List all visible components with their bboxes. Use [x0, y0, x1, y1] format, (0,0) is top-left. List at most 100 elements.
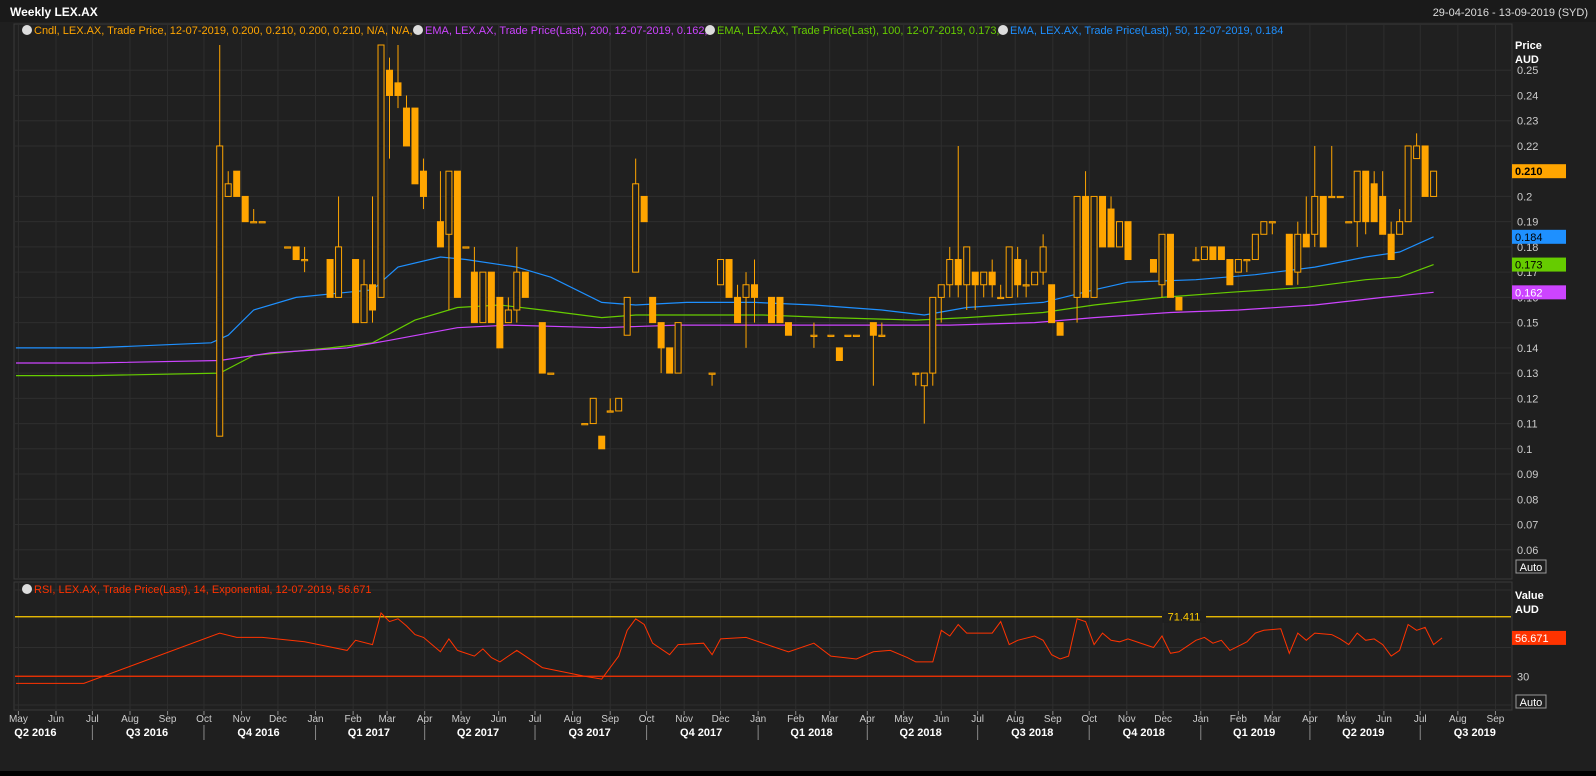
ema200-value-label: 0.162 — [1515, 287, 1543, 299]
candle-body — [912, 372, 920, 375]
candle-body — [971, 271, 979, 286]
candle-body — [326, 259, 334, 298]
legend-ema200-icon[interactable] — [413, 25, 423, 35]
price-axis-title: Price — [1515, 40, 1542, 52]
month-label: Jul — [86, 714, 99, 725]
month-label: Feb — [787, 714, 805, 725]
candle-body — [1345, 221, 1353, 224]
month-label: Jan — [750, 714, 766, 725]
price-tick-label: 0.09 — [1517, 469, 1538, 481]
legend-ema100-icon[interactable] — [705, 25, 715, 35]
candle-body — [453, 170, 461, 298]
quarter-label: Q1 2018 — [790, 727, 832, 739]
quarter-label: Q4 2016 — [237, 727, 279, 739]
candle-body — [615, 397, 623, 412]
candle-body — [1285, 233, 1293, 286]
month-label: Feb — [1230, 714, 1248, 725]
candle-body — [233, 170, 241, 197]
quarter-label: Q2 2019 — [1342, 727, 1384, 739]
quarter-label: Q4 2017 — [680, 727, 722, 739]
month-label: Sep — [1487, 714, 1505, 725]
month-label: Apr — [1302, 714, 1318, 725]
month-label: Apr — [417, 714, 433, 725]
candle-body — [1379, 195, 1387, 235]
month-label: Sep — [1044, 714, 1062, 725]
legend-ema200-text: EMA, LEX.AX, Trade Price(Last), 200, 12-… — [425, 25, 708, 37]
candle-body — [1311, 195, 1319, 235]
candle-body — [1302, 233, 1310, 248]
candle-body — [1294, 233, 1302, 273]
legend-candle-icon[interactable] — [22, 25, 32, 35]
candle-body — [479, 271, 487, 324]
month-label: Mar — [1264, 714, 1282, 725]
candle-body — [734, 296, 742, 324]
price-tick-label: 0.13 — [1517, 368, 1538, 380]
price-tick-label: 0.25 — [1517, 65, 1538, 77]
month-label: Aug — [1006, 714, 1024, 725]
candle-body — [496, 296, 504, 349]
candle-body — [1404, 145, 1412, 223]
legend-ema50-text: EMA, LEX.AX, Trade Price(Last), 50, 12-0… — [1010, 25, 1283, 37]
candle-body — [445, 170, 453, 235]
candle-body — [241, 195, 249, 223]
candle-body — [954, 259, 962, 286]
candle-body — [640, 195, 648, 223]
candle-body — [1056, 322, 1064, 336]
candle-body — [1200, 246, 1208, 261]
ema100-value-label: 0.173 — [1515, 260, 1543, 272]
candle-body — [1090, 195, 1098, 298]
candle-body — [708, 372, 716, 375]
candle-body — [1073, 195, 1081, 298]
candle-body — [598, 435, 606, 450]
candle-body — [835, 347, 843, 361]
candle-body — [301, 259, 309, 262]
month-label: Oct — [196, 714, 212, 725]
legend-rsi-icon[interactable] — [22, 584, 32, 594]
candle-body — [1421, 145, 1429, 197]
date-range: 29-04-2016 - 13-09-2019 (SYD) — [1433, 7, 1588, 19]
candle-body — [963, 246, 971, 286]
candle-body — [742, 284, 750, 298]
candle-body — [581, 423, 589, 426]
month-label: Jul — [1414, 714, 1427, 725]
candle-body — [1319, 195, 1327, 248]
quarter-label: Q3 2018 — [1011, 727, 1053, 739]
candle-body — [419, 170, 427, 197]
candle-body — [521, 271, 529, 298]
month-label: Mar — [821, 714, 839, 725]
candle-body — [284, 246, 292, 249]
month-label: Oct — [1081, 714, 1097, 725]
month-label: Jun — [1376, 714, 1392, 725]
candle-body — [224, 183, 232, 197]
month-label: Jan — [1193, 714, 1209, 725]
time-axis: May Jun Jul Aug Sep Oct Nov Dec Jan Feb Mar Apr May J… — [9, 711, 1512, 741]
candle-body — [1005, 246, 1013, 298]
candle-body — [538, 322, 546, 374]
price-tick-label: 0.19 — [1517, 217, 1538, 229]
legend-candle-text: Cndl, LEX.AX, Trade Price, 12-07-2019, 0… — [34, 25, 413, 37]
candle-body — [1328, 195, 1336, 199]
month-label: Jun — [491, 714, 507, 725]
price-tick-label: 0.15 — [1517, 318, 1538, 330]
ema50-value-label: 0.184 — [1515, 232, 1543, 244]
price-tick-label: 0.23 — [1517, 116, 1538, 128]
candle-body — [462, 246, 470, 249]
candle-body — [1396, 221, 1404, 235]
rsi-tick-label: 30 — [1517, 671, 1529, 683]
candle-body — [394, 82, 402, 96]
candle-body — [1243, 259, 1251, 262]
candle-body — [1209, 246, 1217, 261]
month-label: Nov — [233, 714, 251, 725]
candle-body — [997, 296, 1005, 300]
price-tick-label: 0.07 — [1517, 520, 1538, 532]
legend-ema50-icon[interactable] — [998, 25, 1008, 35]
candle-body — [717, 259, 725, 286]
candle-body — [1370, 183, 1378, 223]
price-tick-label: 0.22 — [1517, 141, 1538, 153]
candle-body — [920, 372, 928, 387]
month-label: Sep — [159, 714, 177, 725]
candle-body — [1192, 259, 1200, 262]
price-tick-label: 0.1 — [1517, 444, 1532, 456]
quarter-label: Q2 2017 — [457, 727, 499, 739]
candle-body — [1048, 284, 1056, 324]
